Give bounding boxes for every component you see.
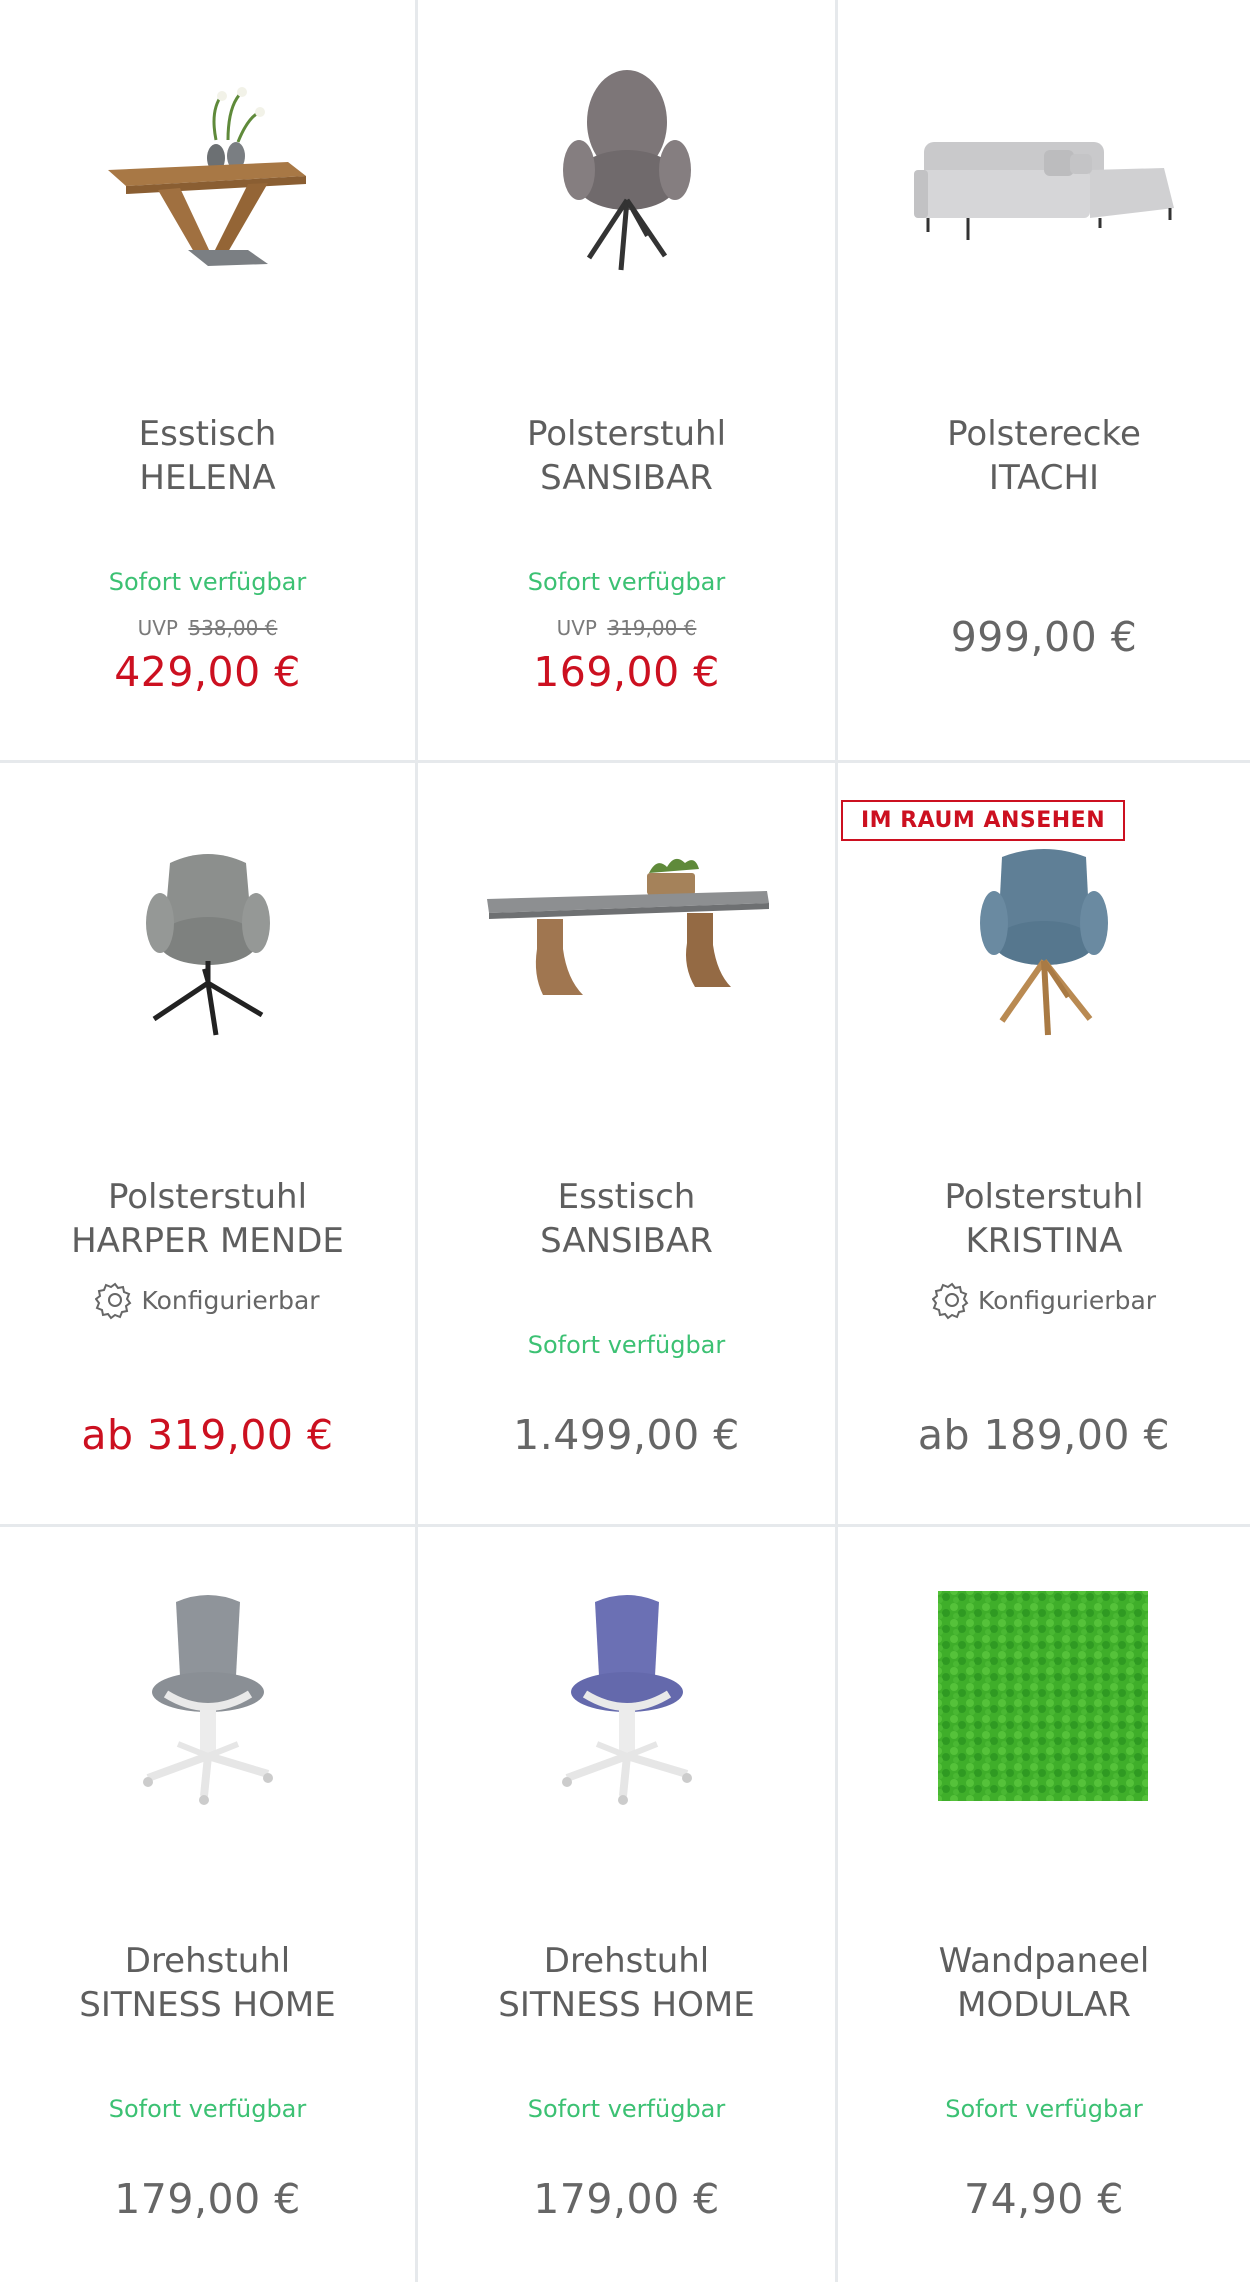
configurable-indicator: Konfigurierbar — [838, 1280, 1250, 1320]
product-name: SANSIBAR — [540, 458, 713, 498]
product-title[interactable]: Polsterecke ITACHI — [838, 412, 1250, 500]
availability-status: Sofort verfügbar — [527, 1331, 726, 1359]
uvp-old-price: 538,00 € — [188, 616, 278, 640]
configurable-indicator: Konfigurierbar — [0, 1280, 415, 1320]
availability-status: Sofort verfügbar — [945, 2095, 1143, 2123]
product-title[interactable]: Esstisch SANSIBAR — [418, 1175, 835, 1263]
product-image[interactable] — [418, 40, 835, 300]
uvp-label: UVP — [556, 616, 597, 640]
product-type: Drehstuhl — [124, 1941, 291, 1981]
availability-status: Sofort verfügbar — [108, 568, 307, 596]
availability-status: Sofort verfügbar — [527, 2095, 726, 2123]
configurable-label: Konfigurierbar — [141, 1285, 320, 1315]
product-name: HARPER MENDE — [71, 1221, 344, 1261]
product-card[interactable]: Polsterecke ITACHI 999,00 € — [838, 0, 1250, 763]
product-title[interactable]: Drehstuhl SITNESS HOME — [418, 1939, 835, 2027]
product-name: SITNESS HOME — [498, 1985, 755, 2025]
product-type: Esstisch — [557, 1177, 696, 1217]
uvp-price: UVP 319,00 € — [418, 616, 835, 640]
product-image[interactable] — [838, 40, 1250, 300]
product-price: 1.499,00 € — [513, 1411, 740, 1459]
availability-status: Sofort verfügbar — [527, 568, 726, 596]
product-title[interactable]: Polsterstuhl SANSIBAR — [418, 412, 835, 500]
product-title[interactable]: Drehstuhl SITNESS HOME — [0, 1939, 415, 2027]
uvp-old-price: 319,00 € — [607, 616, 697, 640]
product-title[interactable]: Polsterstuhl KRISTINA — [838, 1175, 1250, 1263]
gear-icon — [931, 1282, 969, 1320]
product-type: Polsterstuhl — [526, 414, 727, 454]
product-name: ITACHI — [988, 458, 1100, 498]
product-name: HELENA — [139, 458, 276, 498]
product-image[interactable] — [418, 1567, 835, 1827]
product-title[interactable]: Wandpaneel MODULAR — [838, 1939, 1250, 2027]
product-price: 74,90 € — [964, 2175, 1124, 2223]
product-image[interactable] — [0, 803, 415, 1063]
product-price: 169,00 € — [533, 648, 720, 696]
product-price: ab 189,00 € — [917, 1411, 1171, 1459]
product-grid: Esstisch HELENA Sofort verfügbar UVP 538… — [0, 0, 1250, 2282]
product-type: Polsterstuhl — [944, 1177, 1144, 1217]
uvp-price: UVP 538,00 € — [0, 616, 415, 640]
product-card[interactable]: Polsterstuhl HARPER MENDE Konfigurierbar… — [0, 763, 418, 1527]
product-price: 429,00 € — [114, 648, 301, 696]
product-price: 179,00 € — [533, 2175, 720, 2223]
product-price: 999,00 € — [950, 613, 1138, 661]
product-price: ab 319,00 € — [81, 1411, 334, 1459]
uvp-label: UVP — [137, 616, 178, 640]
product-card[interactable]: Esstisch HELENA Sofort verfügbar UVP 538… — [0, 0, 418, 763]
product-image[interactable] — [418, 803, 835, 1063]
product-card[interactable]: Esstisch SANSIBAR Sofort verfügbar 1.499… — [418, 763, 838, 1527]
product-type: Polsterstuhl — [107, 1177, 308, 1217]
product-title[interactable]: Polsterstuhl HARPER MENDE — [0, 1175, 415, 1263]
product-type: Esstisch — [138, 414, 277, 454]
product-card[interactable]: Drehstuhl SITNESS HOME Sofort verfügbar … — [0, 1527, 418, 2282]
product-name: SITNESS HOME — [79, 1985, 336, 2025]
product-name: MODULAR — [957, 1985, 1131, 2025]
gear-icon — [95, 1282, 132, 1320]
product-price: 179,00 € — [114, 2175, 301, 2223]
product-card[interactable]: Wandpaneel MODULAR Sofort verfügbar 74,9… — [838, 1527, 1250, 2282]
product-name: SANSIBAR — [540, 1221, 713, 1261]
product-name: KRISTINA — [965, 1221, 1123, 1261]
product-type: Drehstuhl — [543, 1941, 710, 1981]
product-image[interactable] — [0, 1567, 415, 1827]
product-card[interactable]: IM RAUM ANSEHEN Polsterstuhl KRISTINA Ko… — [838, 763, 1250, 1527]
product-title[interactable]: Esstisch HELENA — [0, 412, 415, 500]
availability-status: Sofort verfügbar — [108, 2095, 307, 2123]
product-image[interactable] — [0, 40, 415, 300]
product-type: Wandpaneel — [938, 1941, 1150, 1981]
product-type: Polsterecke — [947, 414, 1141, 454]
product-image[interactable] — [838, 803, 1250, 1063]
configurable-label: Konfigurierbar — [977, 1285, 1157, 1315]
product-image[interactable] — [838, 1567, 1250, 1827]
product-card[interactable]: Drehstuhl SITNESS HOME Sofort verfügbar … — [418, 1527, 838, 2282]
product-card[interactable]: Polsterstuhl SANSIBAR Sofort verfügbar U… — [418, 0, 838, 763]
